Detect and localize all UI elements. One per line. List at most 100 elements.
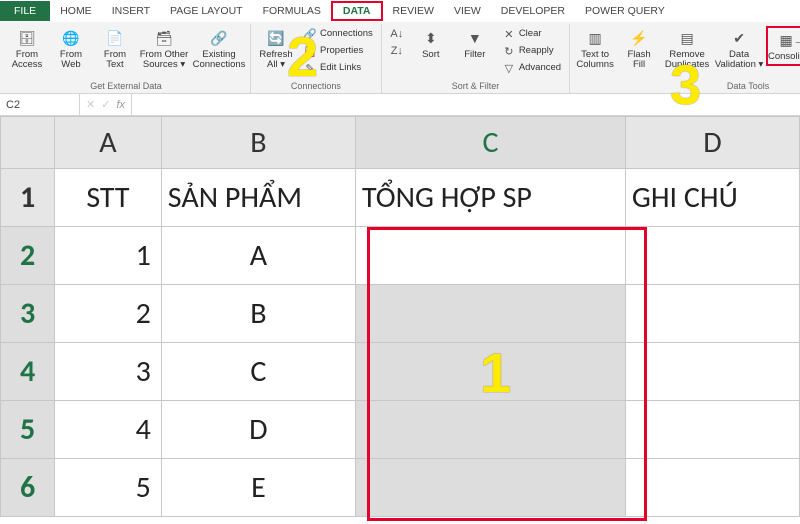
cell-a3[interactable]: 2 (55, 285, 162, 343)
connections-button[interactable]: 🔗Connections (299, 26, 377, 42)
edit-links-icon: ✎ (303, 61, 317, 75)
group-data-tools: ▥Text toColumns ⚡FlashFill ▤RemoveDuplic… (570, 24, 800, 93)
web-icon: 🌐 (61, 28, 81, 48)
reapply-button[interactable]: ↻Reapply (498, 43, 565, 59)
cell-b4[interactable]: C (161, 343, 355, 401)
sort-az-button[interactable]: A↓ (386, 26, 408, 42)
cancel-icon[interactable]: ✕ (86, 98, 95, 111)
select-all-corner[interactable] (1, 117, 55, 169)
cell-b1[interactable]: SẢN PHẨM (161, 169, 355, 227)
consolidate-icon: ▦→ (783, 30, 800, 50)
tab-insert[interactable]: INSERT (102, 1, 160, 21)
cell-a5[interactable]: 4 (55, 401, 162, 459)
filter-icon: ▼ (465, 28, 485, 48)
row-header-2[interactable]: 2 (1, 227, 55, 285)
tab-file[interactable]: FILE (0, 1, 50, 21)
flash-fill-icon: ⚡ (629, 28, 649, 48)
group-sort-filter: A↓ Z↓ ⬍Sort ▼Filter ✕Clear ↻Reapply ▽Adv… (382, 24, 570, 93)
other-sources-icon: 🗃 (154, 28, 174, 48)
cell-d4[interactable] (625, 343, 799, 401)
tab-developer[interactable]: DEVELOPER (491, 1, 575, 21)
properties-button[interactable]: 📋Properties (299, 43, 377, 59)
from-other-sources-button[interactable]: 🗃From OtherSources ▾ (138, 26, 190, 73)
edit-links-button[interactable]: ✎Edit Links (299, 60, 377, 76)
row-header-3[interactable]: 3 (1, 285, 55, 343)
group-get-external-data: 🗄FromAccess 🌐FromWeb 📄FromText 🗃From Oth… (2, 24, 251, 93)
col-header-d[interactable]: D (625, 117, 799, 169)
existing-connections-button[interactable]: 🔗ExistingConnections (192, 26, 246, 73)
sort-za-icon: Z↓ (390, 44, 404, 58)
data-validation-icon: ✔ (729, 28, 749, 48)
from-text-button[interactable]: 📄FromText (94, 26, 136, 73)
row-header-1[interactable]: 1 (1, 169, 55, 227)
cell-d6[interactable] (625, 459, 799, 517)
tab-home[interactable]: HOME (50, 1, 102, 21)
data-validation-button[interactable]: ✔DataValidation ▾ (714, 26, 764, 73)
advanced-button[interactable]: ▽Advanced (498, 60, 565, 76)
ribbon-body: 🗄FromAccess 🌐FromWeb 📄FromText 🗃From Oth… (0, 22, 800, 94)
clear-button[interactable]: ✕Clear (498, 26, 565, 42)
cell-c6[interactable] (356, 459, 626, 517)
spreadsheet-grid: A B C D 1 STT SẢN PHẨM TỔNG HỢP SP GHI C… (0, 116, 800, 524)
col-header-c[interactable]: C (356, 117, 626, 169)
col-header-a[interactable]: A (55, 117, 162, 169)
tab-formulas[interactable]: FORMULAS (253, 1, 331, 21)
cell-b6[interactable]: E (161, 459, 355, 517)
enter-icon[interactable]: ✓ (101, 98, 110, 111)
refresh-all-button[interactable]: 🔄RefreshAll ▾ (255, 26, 297, 73)
cell-d3[interactable] (625, 285, 799, 343)
cell-a6[interactable]: 5 (55, 459, 162, 517)
tab-powerquery[interactable]: POWER QUERY (575, 1, 675, 21)
cell-a2[interactable]: 1 (55, 227, 162, 285)
group-connections: 🔄RefreshAll ▾ 🔗Connections 📋Properties ✎… (251, 24, 382, 93)
cell-c2[interactable] (356, 227, 626, 285)
refresh-icon: 🔄 (266, 28, 286, 48)
remove-dup-icon: ▤ (677, 28, 697, 48)
col-header-b[interactable]: B (161, 117, 355, 169)
cell-d1[interactable]: GHI CHÚ (625, 169, 799, 227)
cell-d5[interactable] (625, 401, 799, 459)
row-header-5[interactable]: 5 (1, 401, 55, 459)
fx-icon[interactable]: fx (116, 99, 125, 111)
row-header-6[interactable]: 6 (1, 459, 55, 517)
cell-c4[interactable] (356, 343, 626, 401)
sort-button[interactable]: ⬍Sort (410, 26, 452, 62)
consolidate-button[interactable]: ▦→Consolidate (766, 26, 800, 66)
remove-duplicates-button[interactable]: ▤RemoveDuplicates (662, 26, 712, 73)
filter-button[interactable]: ▼Filter (454, 26, 496, 62)
tab-pagelayout[interactable]: PAGE LAYOUT (160, 1, 253, 21)
text-to-columns-button[interactable]: ▥Text toColumns (574, 26, 616, 73)
cell-a4[interactable]: 3 (55, 343, 162, 401)
reapply-icon: ↻ (502, 44, 516, 58)
group-label-sort-filter: Sort & Filter (452, 80, 500, 93)
access-icon: 🗄 (17, 28, 37, 48)
from-web-button[interactable]: 🌐FromWeb (50, 26, 92, 73)
name-box[interactable]: C2 (0, 94, 80, 115)
properties-icon: 📋 (303, 44, 317, 58)
group-label-external: Get External Data (90, 80, 162, 93)
group-label-connections: Connections (291, 80, 341, 93)
row-header-4[interactable]: 4 (1, 343, 55, 401)
tab-data[interactable]: DATA (331, 1, 383, 21)
connections-icon: 🔗 (209, 28, 229, 48)
clear-icon: ✕ (502, 27, 516, 41)
conn-icon: 🔗 (303, 27, 317, 41)
flash-fill-button[interactable]: ⚡FlashFill (618, 26, 660, 73)
advanced-icon: ▽ (502, 61, 516, 75)
sort-icon: ⬍ (421, 28, 441, 48)
cell-b3[interactable]: B (161, 285, 355, 343)
tab-view[interactable]: VIEW (444, 1, 491, 21)
group-label-data-tools: Data Tools (727, 80, 769, 93)
cell-c5[interactable] (356, 401, 626, 459)
tab-review[interactable]: REVIEW (383, 1, 444, 21)
sort-za-button[interactable]: Z↓ (386, 43, 408, 59)
cell-b2[interactable]: A (161, 227, 355, 285)
cell-d2[interactable] (625, 227, 799, 285)
formula-bar: C2 ✕ ✓ fx (0, 94, 800, 116)
cell-b5[interactable]: D (161, 401, 355, 459)
from-access-button[interactable]: 🗄FromAccess (6, 26, 48, 73)
cell-c1[interactable]: TỔNG HỢP SP (356, 169, 626, 227)
cell-a1[interactable]: STT (55, 169, 162, 227)
ribbon-tabs: FILE HOME INSERT PAGE LAYOUT FORMULAS DA… (0, 0, 800, 22)
cell-c3[interactable] (356, 285, 626, 343)
